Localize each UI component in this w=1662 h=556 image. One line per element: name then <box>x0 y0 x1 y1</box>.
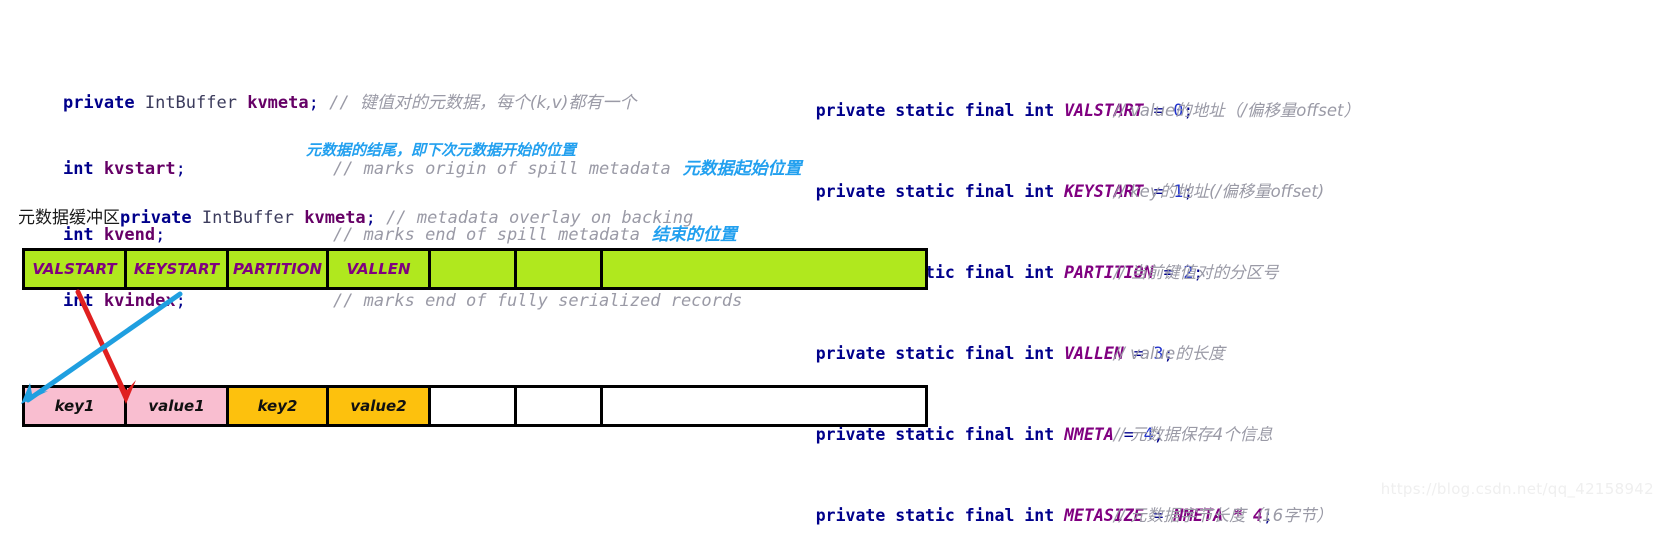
comment-slashes: // <box>329 93 360 113</box>
type-token: IntBuffer <box>134 93 248 113</box>
blue-note <box>671 159 683 179</box>
comment-chinese: 键值对的元数据，每个(k,v)都有一个 <box>359 93 637 113</box>
comment-chinese: // 元数据保存4个信息 <box>1113 425 1273 444</box>
meta-cell-empty-1[interactable] <box>431 251 517 287</box>
code-line: private static final int METASIZE = NMET… <box>776 475 1360 525</box>
keyword-token: private <box>62 93 135 113</box>
identifier-token: kvstart <box>103 159 176 179</box>
metadata-buffer-caption: 元数据缓冲区private IntBuffer kvmeta; // metad… <box>18 203 693 228</box>
watermark: https://blog.csdn.net/qq_42158942 <box>1380 480 1654 498</box>
kv-cell-empty-2[interactable] <box>517 388 603 424</box>
meta-cell-partition[interactable]: PARTITION <box>229 251 329 287</box>
comment-token: // marks end of spill metadata <box>332 225 640 245</box>
identifier-token: kvmeta <box>247 93 309 113</box>
identifier-token: kvindex <box>103 291 176 311</box>
code-line: private IntBuffer kvmeta; // 键值对的元数据，每个(… <box>22 70 802 113</box>
punctuation-token: ; <box>365 208 376 228</box>
kv-cell-key2[interactable]: key2 <box>229 388 329 424</box>
comment-chinese: // key的地址(/偏移量offset) <box>1113 182 1325 201</box>
kv-cell-key1[interactable]: key1 <box>25 388 127 424</box>
metadata-end-note: 元数据的结尾，即下次元数据开始的位置 <box>306 141 577 159</box>
punctuation-token: ; <box>175 291 186 311</box>
comment-chinese: // value的长度 <box>1113 344 1225 363</box>
meta-cell-keystart[interactable]: KEYSTART <box>127 251 229 287</box>
identifier-token: kvmeta <box>304 208 366 228</box>
kv-cell-empty-3[interactable] <box>603 388 925 424</box>
constant-token: NMETA <box>1064 425 1114 444</box>
punctuation-token: ; <box>175 159 186 179</box>
type-token <box>94 159 104 179</box>
comment-chinese: // 元数据字节长度（16字节） <box>1113 506 1333 525</box>
type-token: IntBuffer <box>191 208 305 228</box>
keyword-token: private <box>120 208 192 228</box>
blue-note <box>640 225 652 245</box>
code-line: private static final int VALSTART = 0;//… <box>776 70 1360 120</box>
kv-cell-value1[interactable]: value1 <box>127 388 229 424</box>
declaration-token: private static final int <box>815 506 1065 525</box>
identifier-token: kvend <box>103 225 156 245</box>
comment-token: // marks origin of spill metadata <box>332 159 671 179</box>
meta-cell-valstart[interactable]: VALSTART <box>25 251 127 287</box>
kv-records-buffer: key1 value1 key2 value2 <box>22 385 928 427</box>
declaration-token: private static final int <box>815 425 1065 444</box>
keyword-token: int <box>62 159 94 179</box>
keyword-token: int <box>62 291 94 311</box>
declaration-token: private static final int <box>815 182 1065 201</box>
blue-note-text: 结束的位置 <box>651 225 737 245</box>
declaration-token: private static final int <box>815 344 1065 363</box>
code-line: private static final int KEYSTART = 1;//… <box>776 151 1360 201</box>
kv-cell-empty-1[interactable] <box>431 388 517 424</box>
declaration-token: private static final int <box>815 101 1065 120</box>
comment-chinese: // value的地址（/偏移量offset） <box>1113 101 1360 120</box>
kv-cell-value2[interactable]: value2 <box>329 388 431 424</box>
type-token <box>94 291 104 311</box>
metadata-buffer: VALSTART KEYSTART PARTITION VALLEN <box>22 248 928 290</box>
punctuation-token: ; <box>308 93 319 113</box>
comment-token: // metadata overlay on backing <box>375 208 694 228</box>
caption-label-chinese: 元数据缓冲区 <box>18 208 120 228</box>
comment-chinese: // 当前键值对的分区号 <box>1113 263 1279 282</box>
meta-cell-empty-2[interactable] <box>517 251 603 287</box>
comment-token: // marks end of fully serialized records <box>332 291 743 311</box>
keyword-token: int <box>62 225 94 245</box>
punctuation-token: ; <box>155 225 166 245</box>
comment-token <box>319 93 329 113</box>
type-token <box>94 225 104 245</box>
code-line: private static final int VALLEN = 3;// v… <box>776 313 1360 363</box>
meta-cell-empty-3[interactable] <box>603 251 925 287</box>
meta-cell-vallen[interactable]: VALLEN <box>329 251 431 287</box>
